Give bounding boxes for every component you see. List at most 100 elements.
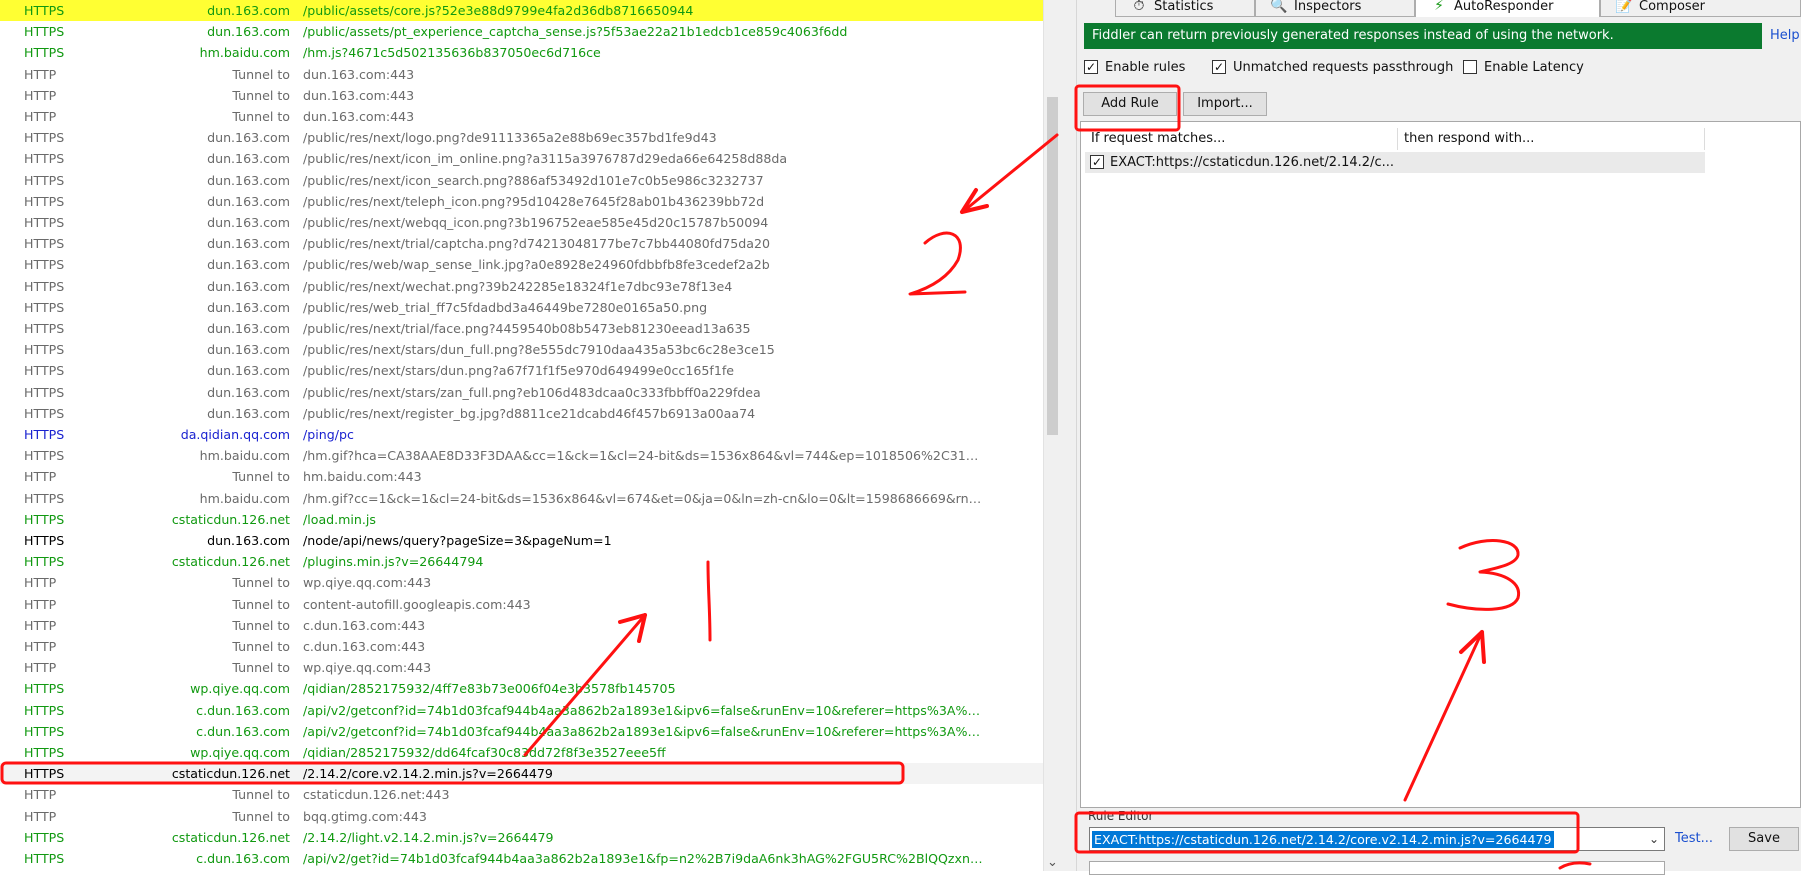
session-row[interactable]: HTTPS c.dun.163.com/api/v2/get?id=74b1d03… [0,848,1043,869]
scrollbar-thumb[interactable] [1047,97,1058,435]
rules-list[interactable]: If request matches... then respond with.… [1080,121,1801,808]
session-host: Tunnel to [232,469,290,484]
session-row[interactable]: HTTPS dun.163.com/public/res/next/webqq_i… [0,212,1043,233]
session-url: /public/res/next/trial/face.png?4459540b… [303,321,751,336]
checkmark-icon[interactable]: ✓ [1090,155,1104,169]
add-rule-button[interactable]: Add Rule [1083,92,1177,116]
session-row[interactable]: HTTPS wp.qiye.qq.com/qidian/2852175932/4f… [0,678,1043,699]
session-protocol: HTTPS [24,342,65,357]
session-protocol: HTTP [24,618,57,633]
session-row[interactable]: HTTPS hm.baidu.com/hm.gif?cc=1&ck=1&cl=24… [0,488,1043,509]
rule-editor-value[interactable]: EXACT:https://cstaticdun.126.net/2.14.2/… [1092,831,1554,848]
session-url: wp.qiye.qq.com:443 [303,575,432,590]
session-row[interactable]: HTTP Tunnel to cstaticdun.126.net:443 [0,784,1043,805]
session-list[interactable]: HTTPS dun.163.com/public/assets/core.js?5… [0,0,1043,871]
session-list-scrollbar[interactable]: ⌄ [1043,0,1061,871]
session-row[interactable]: HTTP Tunnel to wp.qiye.qq.com:443 [0,657,1043,678]
rule-match-text: EXACT:https://cstaticdun.126.net/2.14.2/… [1110,155,1394,170]
session-row[interactable]: HTTPS dun.163.com/public/res/next/wechat.… [0,276,1043,297]
tab-strip: ⏱ Statistics 🔍 Inspectors ⚡ AutoResponde… [1077,0,1801,17]
session-row[interactable]: HTTPS c.dun.163.com/api/v2/getconf?id=74b… [0,700,1043,721]
session-row[interactable]: HTTPS dun.163.com/public/res/next/stars/d… [0,360,1043,381]
tab-autoresponder[interactable]: ⚡ AutoResponder [1415,0,1600,17]
session-row[interactable]: HTTPS dun.163.com/public/res/next/icon_im… [0,148,1043,169]
column-header-respond[interactable]: then respond with... [1398,128,1705,150]
session-row[interactable]: HTTP Tunnel to c.dun.163.com:443 [0,615,1043,636]
session-protocol: HTTP [24,575,57,590]
help-link[interactable]: Help [1770,23,1800,49]
session-row[interactable]: HTTPS cstaticdun.126.net/plugins.min.js?v… [0,551,1043,572]
session-url: /node/api/news/query?pageSize=3&pageNum=… [303,533,612,548]
import-button[interactable]: Import... [1183,92,1267,116]
chevron-down-icon[interactable]: ⌄ [1647,831,1661,847]
session-host: cstaticdun.126.net [171,830,290,845]
session-url: /public/res/next/webqq_icon.png?3b196752… [303,215,769,230]
session-url: /plugins.min.js?v=26644794 [303,554,484,569]
session-url: cstaticdun.126.net:443 [303,787,450,802]
session-row[interactable]: HTTPS dun.163.com/public/res/next/stars/z… [0,382,1043,403]
session-row[interactable]: HTTPS wp.qiye.qq.com/qidian/2852175932/dd… [0,742,1043,763]
session-protocol: HTTPS [24,448,65,463]
session-row[interactable]: HTTPS dun.163.com/public/res/next/stars/d… [0,339,1043,360]
session-row[interactable]: HTTPS c.dun.163.com/api/v2/getconf?id=74b… [0,721,1043,742]
session-url: /hm.js?4671c5d502135636b837050ec6d716ce [303,45,601,60]
session-host: cstaticdun.126.net [171,512,290,527]
session-row[interactable]: HTTP Tunnel to bqq.gtimg.com:443 [0,806,1043,827]
session-url: /public/res/next/teleph_icon.png?95d1042… [303,194,765,209]
session-url: hm.baidu.com:443 [303,469,422,484]
session-row[interactable]: HTTPS dun.163.com/public/res/next/teleph_… [0,191,1043,212]
session-host: dun.163.com [207,130,290,145]
session-protocol: HTTPS [24,491,65,506]
session-row[interactable]: HTTPS dun.163.com/public/assets/core.js?5… [0,0,1043,21]
session-row[interactable]: HTTPS dun.163.com/node/api/news/query?pag… [0,530,1043,551]
session-protocol: HTTPS [24,554,65,569]
tab-inspectors[interactable]: 🔍 Inspectors [1255,0,1415,17]
session-row[interactable]: HTTP Tunnel to dun.163.com:443 [0,85,1043,106]
stopwatch-icon: ⏱ [1133,0,1145,14]
session-row[interactable]: HTTPS cstaticdun.126.net/2.14.2/core.v2.1… [0,763,1043,784]
session-row[interactable]: HTTPS dun.163.com/public/res/next/registe… [0,403,1043,424]
session-url: dun.163.com:443 [303,88,415,103]
session-host: hm.baidu.com [199,45,290,60]
session-host: Tunnel to [232,575,290,590]
session-row[interactable]: HTTP Tunnel to dun.163.com:443 [0,106,1043,127]
session-row[interactable]: HTTP Tunnel to c.dun.163.com:443 [0,636,1043,657]
session-row[interactable]: HTTPS dun.163.com/public/res/next/icon_se… [0,170,1043,191]
session-host: dun.163.com [207,24,290,39]
column-header-match[interactable]: If request matches... [1085,128,1398,150]
session-row[interactable]: HTTPS hm.baidu.com/hm.gif?hca=CA38AAE8D33… [0,445,1043,466]
session-protocol: HTTP [24,109,57,124]
rule-row[interactable]: ✓ EXACT:https://cstaticdun.126.net/2.14.… [1085,152,1705,173]
session-row[interactable]: HTTPS cstaticdun.126.net/2.14.2/light.v2.… [0,827,1043,848]
session-row[interactable]: HTTPS hm.baidu.com/hm.js?4671c5d502135636… [0,42,1043,63]
save-button[interactable]: Save [1729,827,1799,851]
session-row[interactable]: HTTP Tunnel to wp.qiye.qq.com:443 [0,572,1043,593]
checkmark-icon: ✓ [1212,60,1226,74]
test-link[interactable]: Test... [1675,829,1713,849]
session-row[interactable]: HTTP Tunnel to dun.163.com:443 [0,64,1043,85]
session-row[interactable]: HTTPS da.qidian.qq.com/ping/pc [0,424,1043,445]
session-row[interactable]: HTTPS dun.163.com/public/res/next/logo.pn… [0,127,1043,148]
rule-editor-label: Rule Editor [1088,809,1154,823]
session-row[interactable]: HTTPS dun.163.com/public/res/next/trial/f… [0,318,1043,339]
session-row[interactable]: HTTPS dun.163.com/public/assets/pt_experi… [0,21,1043,42]
session-host: dun.163.com [207,321,290,336]
session-row[interactable]: HTTPS dun.163.com/public/res/web/wap_sens… [0,254,1043,275]
session-url: dun.163.com:443 [303,67,415,82]
tab-statistics[interactable]: ⏱ Statistics [1115,0,1255,17]
session-url: /public/res/next/stars/dun.png?a67f71f1f… [303,363,735,378]
session-protocol: HTTP [24,88,57,103]
session-protocol: HTTP [24,660,57,675]
response-field[interactable] [1089,861,1665,875]
session-row[interactable]: HTTP Tunnel to hm.baidu.com:443 [0,466,1043,487]
session-row[interactable]: HTTP Tunnel to content-autofill.googleapis… [0,594,1043,615]
session-row[interactable]: HTTPS dun.163.com/public/res/web_trial_ff… [0,297,1043,318]
tab-composer[interactable]: 📝 Composer [1600,0,1801,17]
session-row[interactable]: HTTPS cstaticdun.126.net/load.min.js [0,509,1043,530]
scroll-down-arrow-icon[interactable]: ⌄ [1046,856,1059,869]
panel-splitter[interactable] [1060,0,1077,871]
session-host: dun.163.com [207,236,290,251]
session-row[interactable]: HTTPS dun.163.com/public/res/next/trial/c… [0,233,1043,254]
magnifier-icon: 🔍 [1270,0,1288,14]
rule-editor-combobox[interactable]: EXACT:https://cstaticdun.126.net/2.14.2/… [1089,827,1665,851]
